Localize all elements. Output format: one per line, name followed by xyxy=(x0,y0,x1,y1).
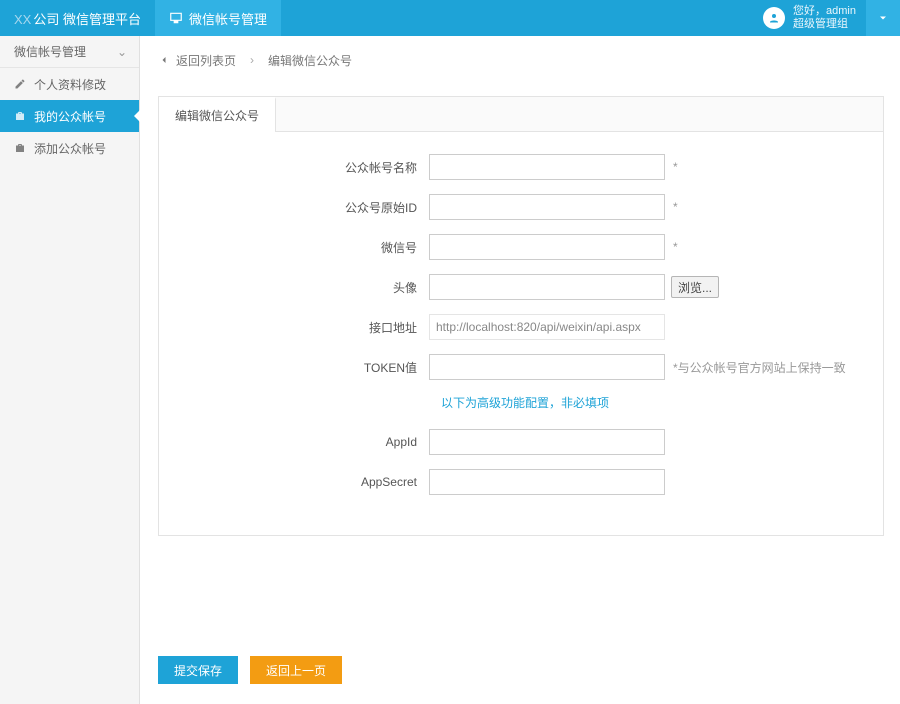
api-url-display: http://localhost:820/api/weixin/api.aspx xyxy=(429,314,665,340)
label-account-name: 公众帐号名称 xyxy=(159,159,429,176)
avatar xyxy=(763,7,785,29)
brand: XX公司 微信管理平台 xyxy=(0,9,155,28)
user-group: 超级管理组 xyxy=(793,18,856,31)
breadcrumb: 返回列表页 › 编辑微信公众号 xyxy=(158,46,884,74)
submit-button[interactable]: 提交保存 xyxy=(158,656,238,684)
user-greeting: 您好，admin xyxy=(793,5,856,18)
label-token: TOKEN值 xyxy=(159,359,429,376)
tab-label: 编辑微信公众号 xyxy=(175,109,259,123)
main-content: 返回列表页 › 编辑微信公众号 编辑微信公众号 公众帐号名称 * 公众号原始ID xyxy=(140,36,900,704)
case-icon xyxy=(14,142,26,154)
form-actions: 提交保存 返回上一页 xyxy=(158,656,884,684)
sidebar-item-profile[interactable]: 个人资料修改 xyxy=(0,68,139,100)
breadcrumb-back-label: 返回列表页 xyxy=(176,52,236,69)
back-button[interactable]: 返回上一页 xyxy=(250,656,342,684)
edit-icon xyxy=(14,78,26,90)
sidebar-item-my-accounts[interactable]: 我的公众帐号 xyxy=(0,100,139,132)
sidebar-section-header[interactable]: 微信帐号管理 ⌄ xyxy=(0,36,139,68)
form-panel: 编辑微信公众号 公众帐号名称 * 公众号原始ID * 微信号 xyxy=(158,96,884,536)
label-app-id: AppId xyxy=(159,435,429,449)
user-dropdown-toggle[interactable] xyxy=(866,0,900,36)
chevron-down-icon: ⌄ xyxy=(117,45,127,59)
input-account-name[interactable] xyxy=(429,154,665,180)
hint-token: *与公众帐号官方网站上保持一致 xyxy=(673,359,846,376)
input-app-secret[interactable] xyxy=(429,469,665,495)
breadcrumb-back[interactable]: 返回列表页 xyxy=(158,52,236,69)
user-icon xyxy=(768,12,780,24)
monitor-icon xyxy=(169,11,183,25)
sidebar-item-add-account[interactable]: 添加公众帐号 xyxy=(0,132,139,164)
sidebar-section-title: 微信帐号管理 xyxy=(14,43,86,60)
tab-bar: 编辑微信公众号 xyxy=(159,97,883,132)
input-app-id[interactable] xyxy=(429,429,665,455)
hint-required: * xyxy=(673,160,678,174)
input-token[interactable] xyxy=(429,354,665,380)
input-avatar-path[interactable] xyxy=(429,274,665,300)
chevron-right-icon: › xyxy=(250,53,254,67)
hint-required: * xyxy=(673,200,678,214)
header-module-tab-label: 微信帐号管理 xyxy=(189,9,267,28)
case-icon xyxy=(14,110,26,122)
label-avatar: 头像 xyxy=(159,279,429,296)
sidebar-item-label: 个人资料修改 xyxy=(34,76,106,93)
tab-edit-account[interactable]: 编辑微信公众号 xyxy=(159,97,276,132)
browse-button[interactable]: 浏览... xyxy=(671,276,719,298)
label-wechat-id: 微信号 xyxy=(159,239,429,256)
header-module-tab[interactable]: 微信帐号管理 xyxy=(155,0,281,36)
advanced-note: 以下为高级功能配置，非必填项 xyxy=(441,394,883,411)
back-arrow-icon xyxy=(158,54,170,66)
label-app-secret: AppSecret xyxy=(159,475,429,489)
label-original-id: 公众号原始ID xyxy=(159,199,429,216)
sidebar-item-label: 添加公众帐号 xyxy=(34,140,106,157)
breadcrumb-current: 编辑微信公众号 xyxy=(268,52,352,69)
label-api-url: 接口地址 xyxy=(159,319,429,336)
top-header: XX公司 微信管理平台 微信帐号管理 您好，admin 超级管理组 xyxy=(0,0,900,36)
input-wechat-id[interactable] xyxy=(429,234,665,260)
sidebar: 微信帐号管理 ⌄ 个人资料修改 我的公众帐号 添加公众帐号 xyxy=(0,36,140,704)
user-text: 您好，admin 超级管理组 xyxy=(793,5,856,31)
hint-required: * xyxy=(673,240,678,254)
account-form: 公众帐号名称 * 公众号原始ID * 微信号 * 头像 浏览.. xyxy=(159,132,883,535)
brand-prefix: XX xyxy=(14,12,31,27)
brand-suffix: 公司 微信管理平台 xyxy=(33,12,141,27)
chevron-down-icon xyxy=(877,12,889,24)
input-original-id[interactable] xyxy=(429,194,665,220)
user-block[interactable]: 您好，admin 超级管理组 xyxy=(753,0,866,36)
sidebar-item-label: 我的公众帐号 xyxy=(34,108,106,125)
